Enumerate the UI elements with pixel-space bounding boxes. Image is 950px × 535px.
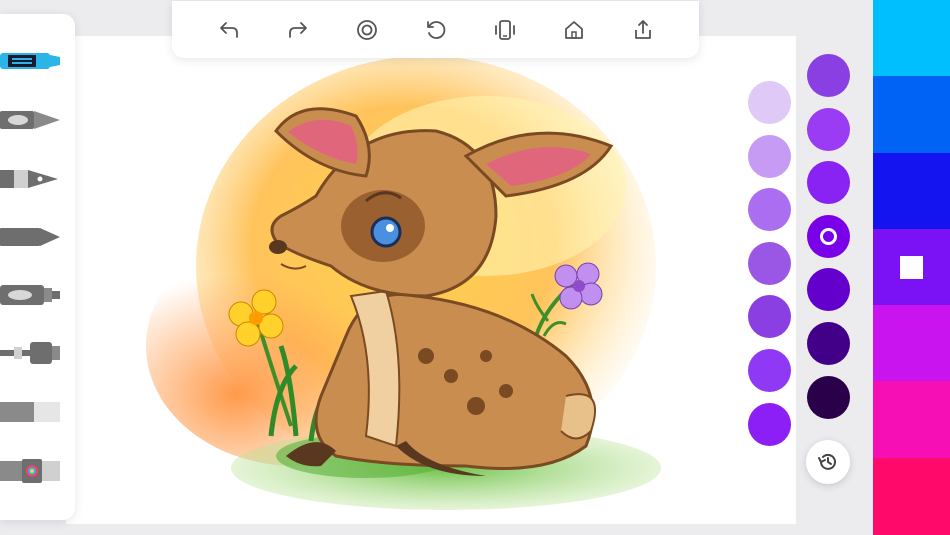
color-swatch-dark-4[interactable] (807, 215, 850, 258)
fawn-artwork[interactable] (66, 36, 796, 524)
crayon-tool[interactable] (0, 220, 66, 254)
palette-color-5[interactable] (873, 305, 950, 382)
palette-color-2[interactable] (873, 76, 950, 153)
undo-icon (220, 22, 238, 38)
color-swatch-dark-6[interactable] (807, 322, 850, 365)
airbrush-tool[interactable] (0, 336, 66, 370)
share-button[interactable] (628, 15, 658, 45)
marker-icon (0, 53, 60, 69)
home-button[interactable] (559, 15, 589, 45)
color-wheel-icon (0, 459, 60, 483)
highlighter-icon (0, 285, 60, 305)
color-swatch-light-2[interactable] (748, 135, 791, 178)
fountain-pen-tool[interactable] (0, 162, 66, 196)
rotate-ccw-icon (427, 21, 446, 39)
palette-color-3[interactable] (873, 153, 950, 230)
target-icon (357, 20, 377, 40)
tools-panel (0, 14, 75, 520)
color-swatch-dark-2[interactable] (807, 108, 850, 151)
color-swatch-dark-3[interactable] (807, 161, 850, 204)
color-picker-tool[interactable] (0, 454, 66, 488)
focus-button[interactable] (352, 15, 382, 45)
highlighter-tool[interactable] (0, 278, 66, 312)
top-toolbar (172, 1, 699, 58)
palette-strip (873, 0, 950, 535)
color-swatch-light-4[interactable] (748, 242, 791, 285)
crayon-icon (0, 228, 60, 246)
color-swatch-light-3[interactable] (748, 188, 791, 231)
palette-color-4[interactable] (873, 229, 950, 306)
drawing-canvas[interactable] (66, 36, 796, 524)
color-swatch-dark-7[interactable] (807, 376, 850, 419)
history-icon (818, 453, 836, 470)
share-icon (635, 20, 651, 39)
color-swatch-light-6[interactable] (748, 349, 791, 392)
color-swatch-dark-1[interactable] (807, 54, 850, 97)
palette-color-6[interactable] (873, 381, 950, 458)
palette-color-7[interactable] (873, 458, 950, 535)
selected-palette-marker (900, 256, 923, 279)
fountain-pen-icon (0, 170, 58, 188)
history-button[interactable] (806, 440, 850, 484)
redo-icon (289, 22, 307, 38)
brush-pen-icon (0, 111, 60, 129)
eraser-tool[interactable] (0, 395, 66, 429)
undo-button[interactable] (214, 15, 244, 45)
color-swatch-light-1[interactable] (748, 81, 791, 124)
palette-color-1[interactable] (873, 0, 950, 77)
redo-button[interactable] (283, 15, 313, 45)
color-swatch-light-5[interactable] (748, 295, 791, 338)
brush-pen-tool[interactable] (0, 103, 66, 137)
color-swatch-light-7[interactable] (748, 403, 791, 446)
airbrush-icon (0, 342, 60, 364)
eraser-icon (0, 402, 60, 422)
marker-tool[interactable] (0, 44, 66, 78)
reset-button[interactable] (421, 15, 451, 45)
phone-vibrate-icon (495, 20, 515, 40)
home-icon (565, 21, 583, 39)
color-swatch-dark-5[interactable] (807, 268, 850, 311)
device-button[interactable] (490, 15, 520, 45)
